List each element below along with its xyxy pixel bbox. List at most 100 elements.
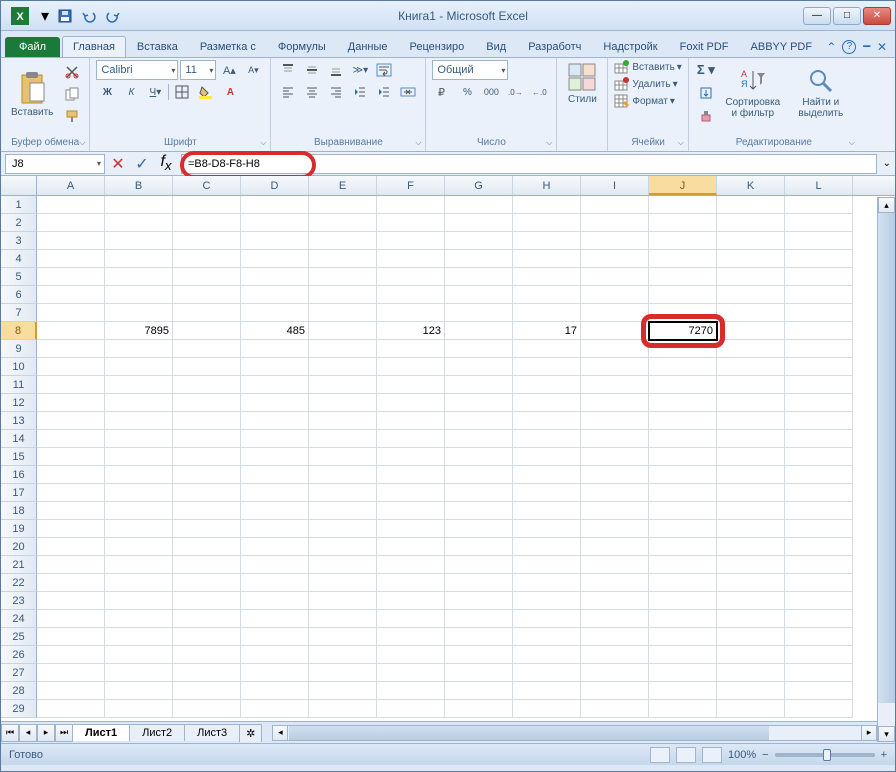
align-left-icon[interactable] xyxy=(277,82,299,102)
cell-C10[interactable] xyxy=(173,358,241,376)
cell-E28[interactable] xyxy=(309,682,377,700)
cell-B16[interactable] xyxy=(105,466,173,484)
number-format-select[interactable]: Общий xyxy=(432,60,508,80)
row-header-12[interactable]: 12 xyxy=(1,394,37,412)
cell-L5[interactable] xyxy=(785,268,853,286)
cell-C3[interactable] xyxy=(173,232,241,250)
cell-E17[interactable] xyxy=(309,484,377,502)
cell-A6[interactable] xyxy=(37,286,105,304)
cell-C7[interactable] xyxy=(173,304,241,322)
cell-C9[interactable] xyxy=(173,340,241,358)
scroll-up-icon[interactable]: ▴ xyxy=(878,197,895,213)
cell-A4[interactable] xyxy=(37,250,105,268)
cell-K18[interactable] xyxy=(717,502,785,520)
cell-C4[interactable] xyxy=(173,250,241,268)
cell-I23[interactable] xyxy=(581,592,649,610)
cell-C23[interactable] xyxy=(173,592,241,610)
column-header-G[interactable]: G xyxy=(445,176,513,195)
cell-K2[interactable] xyxy=(717,214,785,232)
scroll-down-icon[interactable]: ▾ xyxy=(878,726,895,742)
cell-F7[interactable] xyxy=(377,304,445,322)
cell-H22[interactable] xyxy=(513,574,581,592)
cell-G21[interactable] xyxy=(445,556,513,574)
cell-E11[interactable] xyxy=(309,376,377,394)
cell-B9[interactable] xyxy=(105,340,173,358)
cell-B23[interactable] xyxy=(105,592,173,610)
column-header-A[interactable]: A xyxy=(37,176,105,195)
cell-J2[interactable] xyxy=(649,214,717,232)
cell-L29[interactable] xyxy=(785,700,853,718)
cell-L14[interactable] xyxy=(785,430,853,448)
cell-B4[interactable] xyxy=(105,250,173,268)
cell-J12[interactable] xyxy=(649,394,717,412)
cell-F10[interactable] xyxy=(377,358,445,376)
cell-F29[interactable] xyxy=(377,700,445,718)
border-icon[interactable] xyxy=(171,82,193,102)
cell-A7[interactable] xyxy=(37,304,105,322)
cell-D22[interactable] xyxy=(241,574,309,592)
cell-A10[interactable] xyxy=(37,358,105,376)
cell-G20[interactable] xyxy=(445,538,513,556)
cell-G28[interactable] xyxy=(445,682,513,700)
bold-button[interactable]: Ж xyxy=(96,82,118,102)
cell-C13[interactable] xyxy=(173,412,241,430)
cell-F9[interactable] xyxy=(377,340,445,358)
row-header-9[interactable]: 9 xyxy=(1,340,37,358)
row-header-19[interactable]: 19 xyxy=(1,520,37,538)
cell-I2[interactable] xyxy=(581,214,649,232)
cell-L20[interactable] xyxy=(785,538,853,556)
cell-J4[interactable] xyxy=(649,250,717,268)
cell-K29[interactable] xyxy=(717,700,785,718)
cell-A23[interactable] xyxy=(37,592,105,610)
cell-L3[interactable] xyxy=(785,232,853,250)
cell-E16[interactable] xyxy=(309,466,377,484)
comma-icon[interactable]: 000 xyxy=(480,82,502,102)
cell-J7[interactable] xyxy=(649,304,717,322)
cell-G17[interactable] xyxy=(445,484,513,502)
align-center-icon[interactable] xyxy=(301,82,323,102)
cell-C15[interactable] xyxy=(173,448,241,466)
ribbon-tab-рецензиро[interactable]: Рецензиро xyxy=(399,36,476,57)
cell-G16[interactable] xyxy=(445,466,513,484)
cell-I25[interactable] xyxy=(581,628,649,646)
cell-A14[interactable] xyxy=(37,430,105,448)
cell-A26[interactable] xyxy=(37,646,105,664)
enter-formula-icon[interactable]: ✓ xyxy=(133,155,151,173)
ribbon-tab-вставка[interactable]: Вставка xyxy=(126,36,189,57)
row-header-23[interactable]: 23 xyxy=(1,592,37,610)
cell-I26[interactable] xyxy=(581,646,649,664)
cell-H11[interactable] xyxy=(513,376,581,394)
cell-B11[interactable] xyxy=(105,376,173,394)
cell-A27[interactable] xyxy=(37,664,105,682)
cell-B24[interactable] xyxy=(105,610,173,628)
cell-C25[interactable] xyxy=(173,628,241,646)
cell-A22[interactable] xyxy=(37,574,105,592)
increase-indent-icon[interactable] xyxy=(373,82,395,102)
cell-G15[interactable] xyxy=(445,448,513,466)
underline-button[interactable]: Ч▾ xyxy=(144,82,166,102)
cell-E20[interactable] xyxy=(309,538,377,556)
cell-I9[interactable] xyxy=(581,340,649,358)
cell-D4[interactable] xyxy=(241,250,309,268)
cell-F21[interactable] xyxy=(377,556,445,574)
row-header-17[interactable]: 17 xyxy=(1,484,37,502)
cell-H23[interactable] xyxy=(513,592,581,610)
cell-J9[interactable] xyxy=(649,340,717,358)
cell-F3[interactable] xyxy=(377,232,445,250)
cell-B10[interactable] xyxy=(105,358,173,376)
cell-I3[interactable] xyxy=(581,232,649,250)
cell-A29[interactable] xyxy=(37,700,105,718)
cell-K12[interactable] xyxy=(717,394,785,412)
cell-G4[interactable] xyxy=(445,250,513,268)
cell-H10[interactable] xyxy=(513,358,581,376)
cell-L10[interactable] xyxy=(785,358,853,376)
cell-E26[interactable] xyxy=(309,646,377,664)
cell-G22[interactable] xyxy=(445,574,513,592)
column-header-F[interactable]: F xyxy=(377,176,445,195)
cell-C29[interactable] xyxy=(173,700,241,718)
cell-C5[interactable] xyxy=(173,268,241,286)
cell-A21[interactable] xyxy=(37,556,105,574)
cell-A2[interactable] xyxy=(37,214,105,232)
file-tab[interactable]: Файл xyxy=(5,37,60,57)
decrease-indent-icon[interactable] xyxy=(349,82,371,102)
